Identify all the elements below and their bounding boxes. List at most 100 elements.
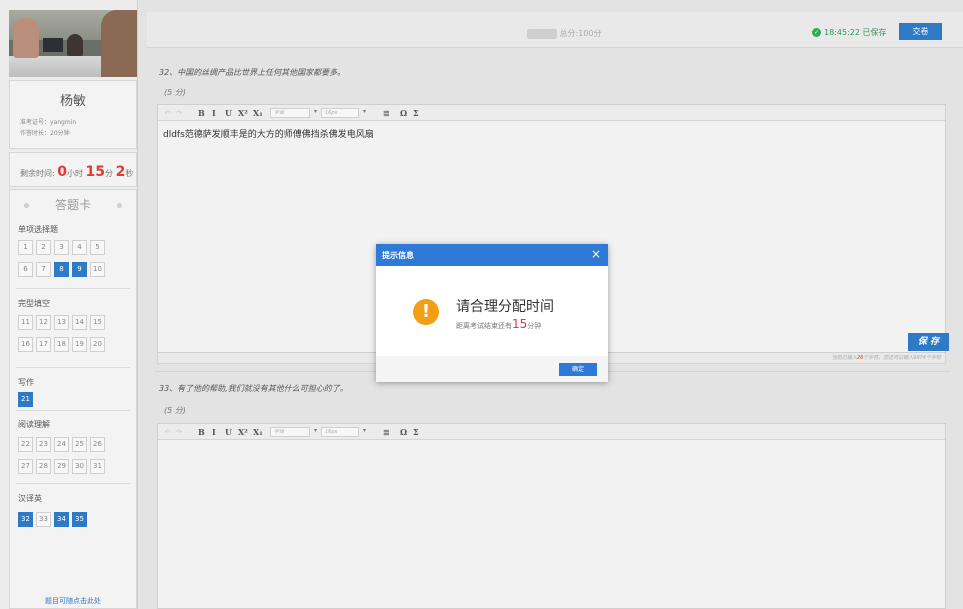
question-33-text: 33、有了他的帮助,我们就没有其他什么可担心的了。: [159, 384, 348, 393]
question-number-button[interactable]: 15: [90, 315, 105, 330]
editor-toolbar: ↶ ↷ B I U X² X₁ Ω Σ 字体 ▾ 16px ▾ ≣: [158, 105, 945, 121]
special-character-icon[interactable]: Ω: [400, 108, 407, 118]
font-family-select[interactable]: 字体: [270, 427, 310, 437]
question-number-button[interactable]: 25: [72, 437, 87, 452]
subscript-icon[interactable]: X₁: [253, 108, 263, 118]
question-number-button[interactable]: 18: [54, 337, 69, 352]
chevron-down-icon[interactable]: ▾: [314, 427, 317, 434]
formula-icon[interactable]: Σ: [413, 108, 419, 118]
question-number-button[interactable]: 10: [90, 262, 105, 277]
answer-text[interactable]: dldfs范德萨发顺丰是的大方的师傅佛挡杀佛发电风扇: [163, 127, 374, 140]
question-number-button[interactable]: 26: [90, 437, 105, 452]
question-number-button[interactable]: 19: [72, 337, 87, 352]
question-number-button[interactable]: 24: [54, 437, 69, 452]
question-33-editor[interactable]: ↶ ↷ B I U X² X₁ Ω Σ 字体 ▾ 16px ▾ ≣: [157, 423, 946, 609]
section-label: 写作: [18, 378, 34, 387]
question-number-button[interactable]: 22: [18, 437, 33, 452]
section-divider: [16, 367, 130, 368]
question-number-button[interactable]: 2: [36, 240, 51, 255]
answer-card-title: 答题卡: [10, 196, 136, 213]
username: 杨敏: [59, 94, 86, 109]
chevron-down-icon[interactable]: ▾: [363, 108, 366, 115]
question-number-button[interactable]: 4: [72, 240, 87, 255]
redo-icon[interactable]: ↷: [176, 427, 183, 436]
save-status: ✓ 18:45:22 已保存: [812, 28, 887, 37]
question-number-button[interactable]: 20: [90, 337, 105, 352]
sidebar-link[interactable]: 题目可随点击此处: [10, 596, 136, 606]
section-label: 完型填空: [18, 299, 50, 308]
question-number-button[interactable]: 27: [18, 459, 33, 474]
question-number-button[interactable]: 29: [54, 459, 69, 474]
timer-seconds: 2: [115, 164, 126, 180]
font-size-select[interactable]: 16px: [321, 108, 359, 118]
question-number-button[interactable]: 8: [54, 262, 69, 277]
question-number-button[interactable]: 9: [72, 262, 87, 277]
question-number-button[interactable]: 12: [36, 315, 51, 330]
question-number-button[interactable]: 13: [54, 315, 69, 330]
formula-icon[interactable]: Σ: [413, 427, 419, 437]
underline-icon[interactable]: U: [225, 427, 232, 437]
question-number-button[interactable]: 3: [54, 240, 69, 255]
special-character-icon[interactable]: Ω: [400, 427, 407, 437]
paragraph-format-icon[interactable]: ≣: [383, 108, 390, 118]
question-number-button[interactable]: 11: [18, 315, 33, 330]
redo-icon[interactable]: ↷: [176, 108, 183, 117]
section-divider: [16, 483, 130, 484]
question-32-points: (5 分): [164, 88, 186, 97]
dialog-header: 提示信息 ×: [376, 244, 608, 266]
timer-minutes: 15: [85, 164, 106, 180]
warning-icon: !: [413, 299, 439, 325]
question-number-button[interactable]: 5: [90, 240, 105, 255]
underline-icon[interactable]: U: [225, 108, 232, 118]
chevron-down-icon[interactable]: ▾: [314, 108, 317, 115]
question-number-button[interactable]: 14: [72, 315, 87, 330]
undo-icon[interactable]: ↶: [164, 427, 171, 436]
italic-icon[interactable]: I: [212, 108, 216, 118]
subscript-icon[interactable]: X₁: [253, 427, 263, 437]
question-33-points: (5 分): [164, 406, 186, 415]
question-number-button[interactable]: 28: [36, 459, 51, 474]
superscript-icon[interactable]: X²: [238, 427, 248, 437]
paragraph-format-icon[interactable]: ≣: [383, 427, 390, 437]
alert-dialog: 提示信息 × ! 请合理分配时间 距离考试结束还有15分钟 确定: [376, 244, 608, 382]
question-32-text: 32、中国的丝绸产品比世界上任何其他国家都要多。: [159, 68, 346, 77]
font-size-select[interactable]: 16px: [321, 427, 359, 437]
confirm-button[interactable]: 确定: [559, 363, 597, 376]
question-number-button[interactable]: 1: [18, 240, 33, 255]
section-divider: [16, 288, 130, 289]
section-divider: [16, 410, 130, 411]
close-icon[interactable]: ×: [591, 248, 601, 260]
check-icon: ✓: [812, 28, 821, 37]
section-label: 单项选择题: [18, 225, 58, 234]
blurred-region: [527, 28, 557, 39]
question-number-button[interactable]: 17: [36, 337, 51, 352]
bold-icon[interactable]: B: [198, 427, 205, 437]
question-number-button[interactable]: 7: [36, 262, 51, 277]
question-number-button[interactable]: 6: [18, 262, 33, 277]
section-label: 阅读理解: [18, 420, 50, 429]
save-button[interactable]: 保 存: [908, 333, 949, 351]
user-info: 杨敏 准考证号：yangmin 作答时长：20分钟: [9, 80, 137, 149]
undo-icon[interactable]: ↶: [164, 108, 171, 117]
italic-icon[interactable]: I: [212, 427, 216, 437]
question-number-button[interactable]: 35: [72, 512, 87, 527]
question-number-button[interactable]: 33: [36, 512, 51, 527]
timer-hours: 0: [57, 164, 67, 180]
question-number-button[interactable]: 32: [18, 512, 33, 527]
exam-id: 准考证号：yangmin: [20, 119, 77, 126]
bold-icon[interactable]: B: [198, 108, 205, 118]
question-number-button[interactable]: 16: [18, 337, 33, 352]
question-number-button[interactable]: 21: [18, 392, 33, 407]
chevron-down-icon[interactable]: ▾: [363, 427, 366, 434]
webcam-photo: [9, 10, 137, 77]
question-number-button[interactable]: 34: [54, 512, 69, 527]
answer-card: 答题卡 单项选择题 1 2 3 4 5 6 7 8 9 10 完型填空 11 12 13 14 15 16 17 18…: [9, 189, 137, 609]
font-family-select[interactable]: 字体: [270, 108, 310, 118]
submit-exam-button[interactable]: 交卷: [899, 23, 942, 40]
timer-label: 剩余时间:: [20, 169, 55, 178]
question-number-button[interactable]: 31: [90, 459, 105, 474]
question-number-button[interactable]: 30: [72, 459, 87, 474]
answer-duration: 作答时长：20分钟: [20, 130, 70, 137]
superscript-icon[interactable]: X²: [238, 108, 248, 118]
question-number-button[interactable]: 23: [36, 437, 51, 452]
